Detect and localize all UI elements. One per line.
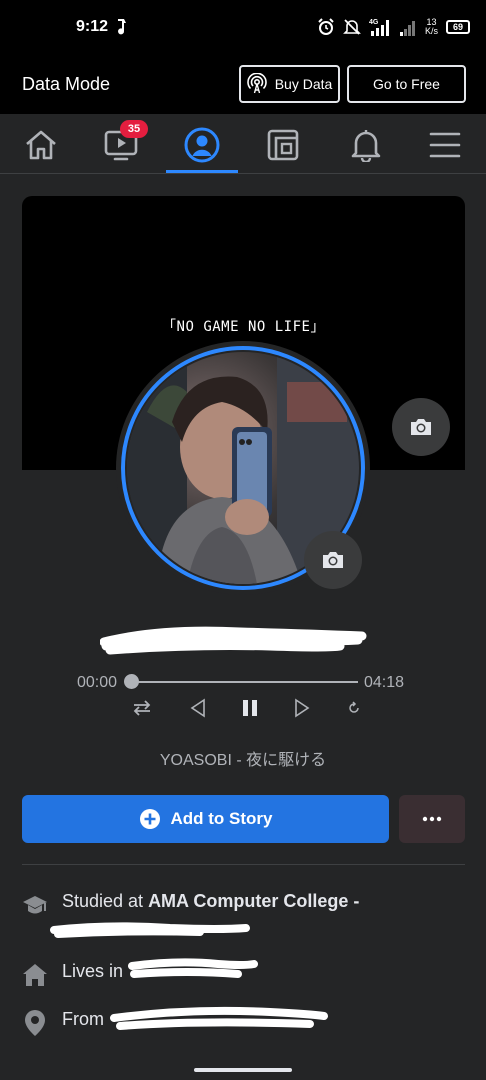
- loop-icon: [349, 701, 359, 713]
- nav-home[interactable]: [16, 120, 66, 170]
- education-school[interactable]: AMA Computer College -: [148, 891, 359, 911]
- edit-profile-picture-button[interactable]: [304, 531, 362, 589]
- pause-button[interactable]: [238, 696, 262, 720]
- top-navigation: 35: [0, 114, 486, 174]
- menu-icon: [429, 132, 461, 158]
- signal-4g-icon: 4G: [369, 19, 389, 36]
- from-redacted: [110, 1006, 328, 1030]
- from-prefix: From: [62, 1009, 104, 1029]
- nav-feeds[interactable]: [258, 120, 308, 170]
- loop-button[interactable]: [342, 696, 366, 720]
- add-to-story-button[interactable]: Add to Story: [22, 795, 389, 843]
- profile-icon: [184, 127, 220, 163]
- education-redacted: [50, 922, 250, 938]
- home-icon: [26, 130, 56, 160]
- alarm-icon: [318, 18, 334, 35]
- more-icon: [422, 816, 442, 822]
- next-button[interactable]: [290, 696, 314, 720]
- mute-icon: [343, 19, 361, 35]
- previous-icon: [190, 698, 205, 718]
- house-icon: [20, 960, 50, 990]
- lives-in-prefix: Lives in: [62, 961, 124, 981]
- lives-in-redacted: [128, 958, 258, 978]
- go-to-free-button[interactable]: Go to Free: [347, 65, 466, 103]
- education-row: Studied at AMA Computer College -: [20, 890, 460, 920]
- signal-icon: [399, 21, 415, 36]
- plus-circle-icon: [139, 809, 160, 829]
- location-pin-icon: [20, 1008, 50, 1038]
- music-progress-track[interactable]: [130, 681, 358, 683]
- bell-icon: [351, 130, 381, 162]
- battery-indicator: 69: [446, 20, 470, 34]
- education-prefix: Studied at: [62, 891, 149, 911]
- music-total-time: 04:18: [364, 674, 405, 691]
- repeat-button[interactable]: [130, 696, 154, 720]
- data-mode-bar: Data Mode Buy Data Go to Free: [0, 54, 486, 114]
- more-options-button[interactable]: [399, 795, 465, 843]
- next-icon: [295, 698, 310, 718]
- camera-icon: [411, 419, 431, 435]
- music-current-time: 00:00: [77, 674, 118, 691]
- nav-menu[interactable]: [420, 120, 470, 170]
- cover-text: 「NO GAME NO LIFE」: [162, 319, 325, 335]
- previous-button[interactable]: [186, 696, 210, 720]
- pause-icon: [243, 700, 257, 716]
- music-progress-thumb[interactable]: [124, 674, 139, 689]
- home-indicator[interactable]: [194, 1068, 292, 1072]
- broadcast-icon: [246, 73, 267, 94]
- watch-notification-badge: 35: [120, 120, 148, 138]
- go-to-free-label: Go to Free: [373, 76, 440, 92]
- camera-icon: [323, 552, 343, 568]
- music-note-icon: [118, 19, 126, 35]
- add-to-story-label: Add to Story: [170, 809, 273, 828]
- buy-data-label: Buy Data: [274, 76, 333, 92]
- status-time: 9:12: [76, 18, 109, 35]
- nav-active-indicator: [166, 170, 238, 173]
- profile-music-player: 00:00 04:18 YOASOBI - 夜に駆ける: [0, 664, 486, 774]
- nav-notifications[interactable]: [341, 120, 391, 170]
- edit-cover-button[interactable]: [392, 398, 450, 456]
- data-mode-title: Data Mode: [22, 74, 111, 94]
- song-title: YOASOBI - 夜に駆ける: [159, 752, 327, 769]
- nav-profile[interactable]: [177, 120, 227, 170]
- feeds-icon: [267, 129, 299, 161]
- profile-name-redacted: [100, 626, 367, 655]
- network-speed: 13 K/s: [424, 17, 438, 36]
- repeat-icon: [133, 700, 151, 716]
- buy-data-button[interactable]: Buy Data: [239, 65, 340, 103]
- education-text: Studied at AMA Computer College -: [62, 890, 359, 912]
- svg-text:4G: 4G: [369, 19, 379, 26]
- graduation-cap-icon: [20, 890, 50, 920]
- section-divider: [22, 864, 465, 865]
- status-bar: 9:12 4G 13 K/s 69: [0, 0, 486, 54]
